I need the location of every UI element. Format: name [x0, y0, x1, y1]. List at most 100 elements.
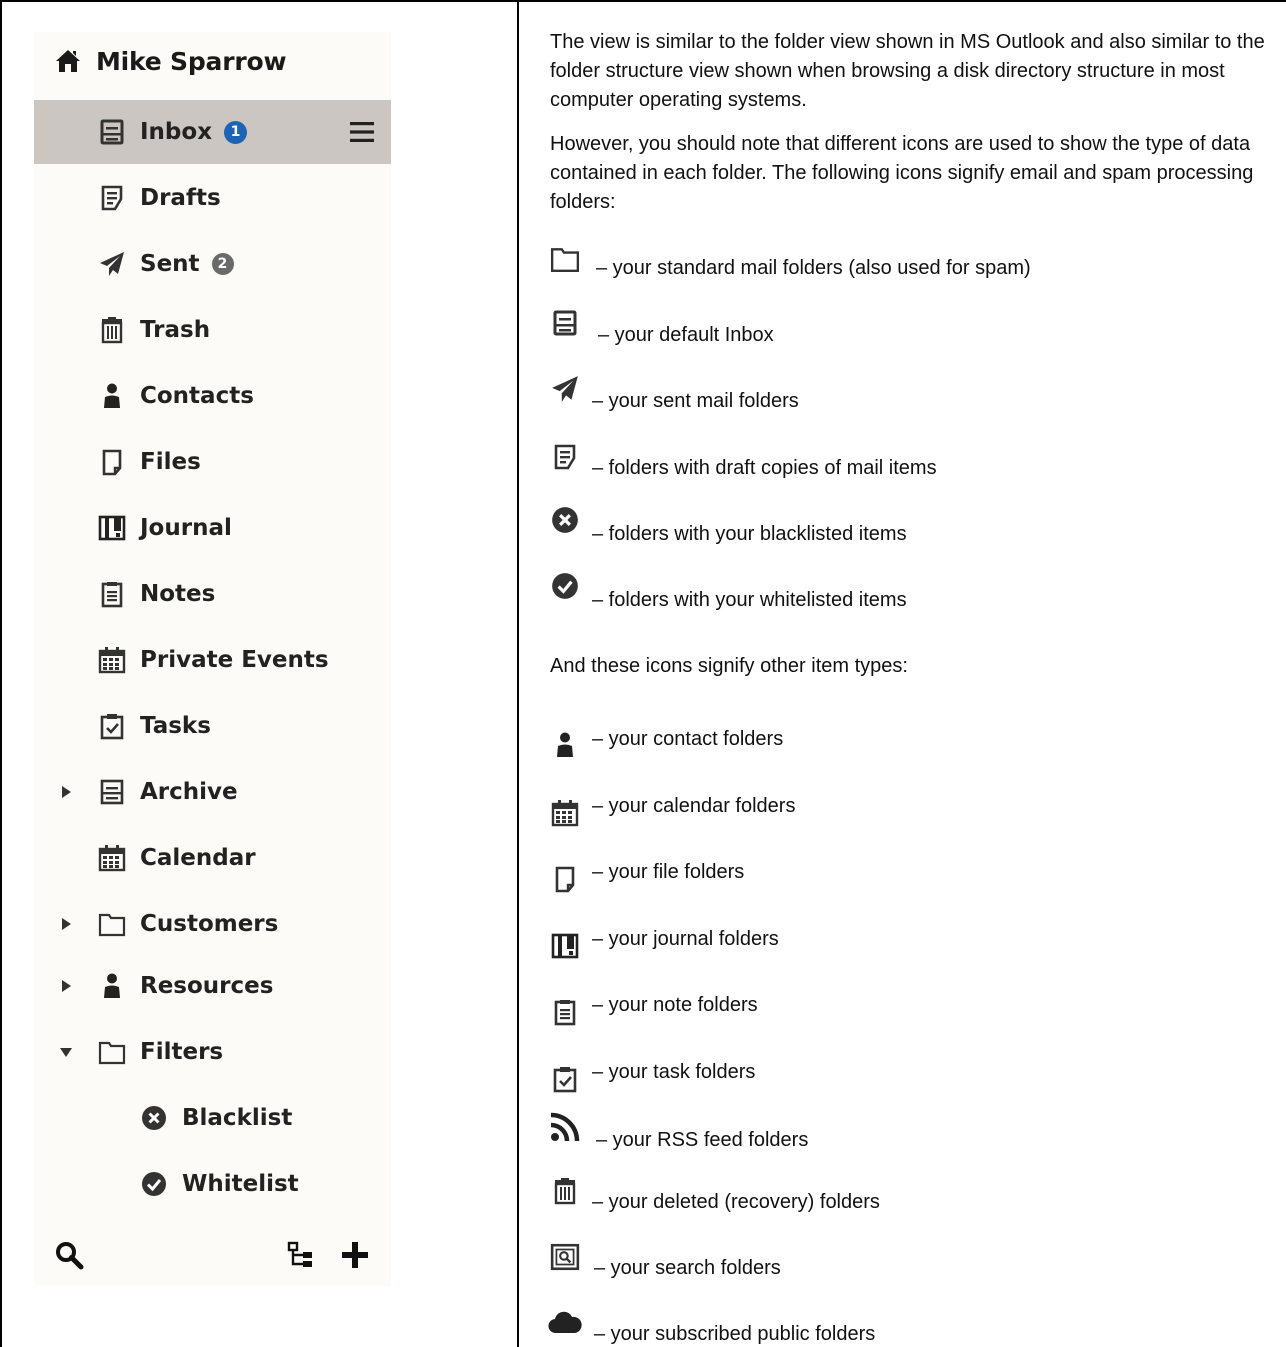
folder-label-archive: Archive — [140, 779, 238, 805]
folder-item-trash[interactable]: Trash — [34, 298, 391, 362]
folder-item-blacklist[interactable]: Blacklist — [34, 1086, 391, 1150]
legend-text-inbox: – your default Inbox — [598, 324, 774, 346]
trash-icon — [98, 316, 126, 344]
plus-icon[interactable] — [340, 1240, 370, 1270]
notes-icon — [548, 995, 582, 1029]
file-icon — [548, 862, 582, 896]
collapse-caret-icon[interactable] — [59, 1045, 73, 1059]
archive-icon — [98, 778, 126, 806]
folder-label-sent: Sent — [140, 251, 200, 277]
folder-label-whitelist: Whitelist — [182, 1171, 299, 1197]
folder-item-filters[interactable]: Filters — [34, 1020, 391, 1084]
folder-label-filters: Filters — [140, 1039, 224, 1065]
folder-tree-icon[interactable] — [287, 1241, 315, 1269]
folder-item-sent[interactable]: Sent 2 — [34, 232, 391, 296]
folder-item-whitelist[interactable]: Whitelist — [34, 1152, 391, 1216]
legend-text-contacts: – your contact folders — [592, 728, 784, 750]
legend-text-rss: – your RSS feed folders — [596, 1129, 809, 1151]
whitelist-icon — [548, 569, 582, 603]
icons-note-paragraph: However, you should note that different … — [550, 133, 1254, 213]
blacklist-icon — [140, 1104, 168, 1132]
account-name: Mike Sparrow — [96, 46, 287, 76]
legend-text-calendar: – your calendar folders — [592, 795, 796, 817]
expand-caret-icon[interactable] — [59, 785, 73, 799]
folder-label-trash: Trash — [140, 317, 211, 343]
table-border-left — [0, 0, 2, 1347]
cloud-icon — [548, 1306, 582, 1340]
folder-item-resources[interactable]: Resources — [34, 954, 391, 1018]
folder-icon — [98, 910, 126, 938]
folder-label-files: Files — [140, 449, 201, 475]
home-icon — [54, 47, 82, 75]
person-icon — [98, 972, 126, 1000]
legend-text-notes: – your note folders — [592, 994, 758, 1016]
task-icon — [98, 712, 126, 740]
expand-caret-icon[interactable] — [59, 979, 73, 993]
person-icon — [98, 382, 126, 410]
folder-label-customers: Customers — [140, 911, 279, 937]
legend-text-public: – your subscribed public folders — [594, 1323, 876, 1345]
notes-icon — [98, 580, 126, 608]
folder-panel-toolbar — [34, 1230, 391, 1280]
search-folder-icon — [548, 1240, 582, 1274]
intro-paragraph: The view is similar to the folder view s… — [550, 31, 1265, 111]
paper-plane-icon — [98, 250, 126, 278]
folder-icon — [98, 1038, 126, 1066]
account-header[interactable]: Mike Sparrow — [54, 45, 287, 77]
folder-item-inbox[interactable]: Inbox 1 — [34, 100, 391, 164]
folder-label-tasks: Tasks — [140, 713, 211, 739]
calendar-icon — [548, 796, 582, 830]
table-border-top — [0, 0, 1286, 2]
folder-item-archive[interactable]: Archive — [34, 760, 391, 824]
folder-label-blacklist: Blacklist — [182, 1105, 293, 1131]
drafts-icon — [98, 184, 126, 212]
folder-panel: Mike Sparrow Inbox 1 Drafts Sent 2 Trash C… — [34, 32, 391, 1286]
legend-text-sent: – your sent mail folders — [592, 390, 799, 412]
whitelist-icon — [140, 1170, 168, 1198]
folder-label-resources: Resources — [140, 973, 274, 999]
rss-icon — [548, 1110, 582, 1144]
file-icon — [98, 448, 126, 476]
blacklist-icon — [548, 503, 582, 537]
inbox-icon — [98, 118, 126, 146]
journal-icon — [98, 514, 126, 542]
count-badge: 2 — [211, 253, 234, 275]
folder-item-contacts[interactable]: Contacts — [34, 364, 391, 428]
folder-item-private-events[interactable]: Private Events — [34, 628, 391, 692]
folder-icon — [548, 242, 582, 276]
folder-label-calendar: Calendar — [140, 845, 256, 871]
unread-badge: 1 — [224, 120, 248, 144]
folder-item-notes[interactable]: Notes — [34, 562, 391, 626]
legend-text-files: – your file folders — [592, 861, 745, 883]
journal-icon — [548, 929, 582, 963]
drafts-icon — [548, 440, 582, 474]
folder-item-customers[interactable]: Customers — [34, 892, 391, 956]
folder-item-tasks[interactable]: Tasks — [34, 694, 391, 758]
task-icon — [548, 1062, 582, 1096]
folder-item-journal[interactable]: Journal — [34, 496, 391, 560]
legend-text-standard-mail: – your standard mail folders (also used … — [596, 257, 1031, 279]
table-column-divider — [517, 0, 519, 1347]
legend-text-tasks: – your task folders — [592, 1061, 756, 1083]
folder-item-drafts[interactable]: Drafts — [34, 166, 391, 230]
trash-icon — [548, 1174, 582, 1208]
legend-text-journal: – your journal folders — [592, 928, 779, 950]
calendar-icon — [98, 844, 126, 872]
folder-label-drafts: Drafts — [140, 185, 221, 211]
hamburger-menu-icon[interactable] — [348, 120, 376, 144]
legend-text-whitelist: – folders with your whitelisted items — [592, 589, 907, 611]
paper-plane-icon — [548, 372, 582, 406]
folder-label-inbox: Inbox — [140, 119, 213, 145]
legend-text-drafts: – folders with draft copies of mail item… — [592, 457, 937, 479]
calendar-icon — [98, 646, 126, 674]
folder-label-contacts: Contacts — [140, 383, 254, 409]
other-icons-heading: And these icons signify other item types… — [550, 655, 908, 677]
folder-item-files[interactable]: Files — [34, 430, 391, 494]
search-icon[interactable] — [54, 1240, 84, 1270]
expand-caret-icon[interactable] — [59, 917, 73, 931]
legend-text-search: – your search folders — [594, 1257, 781, 1279]
legend-text-blacklist: – folders with your blacklisted items — [592, 523, 907, 545]
inbox-icon — [548, 306, 582, 340]
folder-item-calendar[interactable]: Calendar — [34, 826, 391, 890]
legend-text-deleted: – your deleted (recovery) folders — [592, 1191, 880, 1213]
